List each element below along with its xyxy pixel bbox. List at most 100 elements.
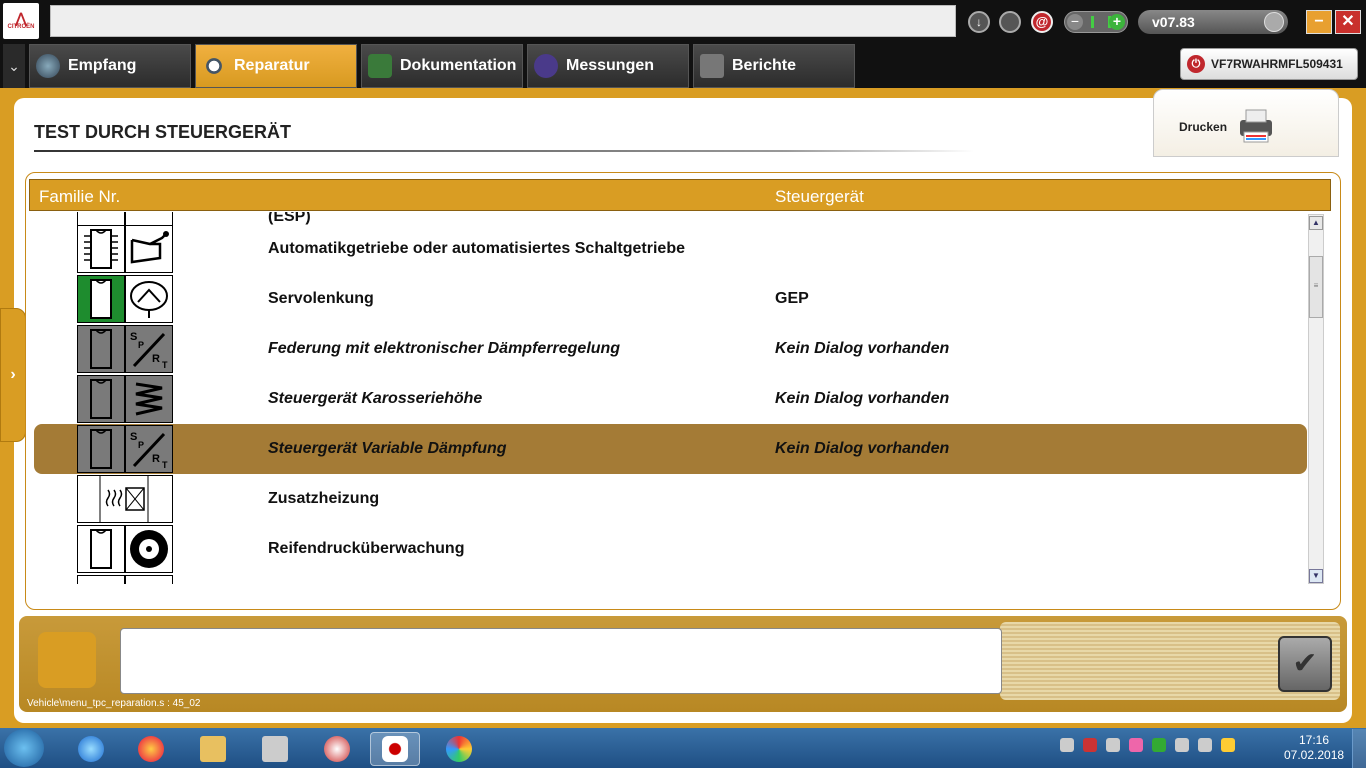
confirm-button[interactable]: ✔	[1278, 636, 1332, 692]
tab-messungen[interactable]: Messungen	[527, 44, 689, 88]
scroll-up-icon[interactable]: ▲	[1309, 216, 1323, 230]
tab-reparatur[interactable]: Reparatur	[195, 44, 357, 88]
row-controller: Kein Dialog vorhanden	[775, 390, 950, 407]
close-button[interactable]: ✕	[1335, 10, 1361, 34]
list-item[interactable]: Automatikgetriebe oder automatisiertes S…	[34, 224, 1307, 274]
paint-icon[interactable]	[434, 732, 484, 766]
list-item[interactable]: Reifendrucküberwachung	[34, 524, 1307, 574]
module-icon	[125, 575, 173, 584]
plus-icon[interactable]: +	[1109, 14, 1125, 30]
column-header-controller[interactable]: Steuergerät	[775, 187, 864, 207]
show-desktop-button[interactable]	[1352, 729, 1366, 768]
list-item-selected[interactable]: SPRT Steuergerät Variable Dämpfung Kein …	[34, 424, 1307, 474]
tab-berichte[interactable]: Berichte	[693, 44, 855, 88]
svg-text:P: P	[138, 340, 144, 350]
vin-label: VF7RWAHRMFL509431	[1211, 57, 1343, 71]
tray-icon[interactable]	[1129, 737, 1143, 752]
scroll-down-icon[interactable]: ▼	[1309, 569, 1323, 583]
file-explorer-icon[interactable]	[188, 732, 238, 766]
chevron-logo-icon: ⋀	[15, 10, 27, 26]
book-icon	[368, 54, 392, 78]
vin-display[interactable]: ⏻ VF7RWAHRMFL509431	[1180, 48, 1358, 80]
svg-text:T: T	[162, 460, 168, 470]
minus-icon[interactable]: −	[1067, 14, 1083, 30]
ecu-icon	[77, 375, 125, 423]
minimize-button[interactable]: −	[1306, 10, 1332, 34]
row-name: Servolenkung	[268, 290, 374, 307]
clock[interactable]: 17:16 07.02.2018	[1284, 733, 1344, 763]
tab-label: Berichte	[732, 57, 797, 74]
magnifier-icon	[202, 54, 226, 78]
volume-icon[interactable]	[1221, 737, 1235, 752]
nav-menu-button[interactable]: ⌄	[3, 44, 25, 88]
steering-icon	[125, 275, 173, 323]
ecu-icon	[77, 275, 125, 323]
download-icon[interactable]: ↓	[968, 11, 990, 33]
grid-header: Familie Nr. Steuergerät	[29, 179, 1331, 211]
address-field[interactable]	[50, 5, 956, 37]
row-controller: GEP	[775, 290, 809, 307]
list-item[interactable]: Zusatzheizung	[34, 474, 1307, 524]
svg-text:P: P	[138, 440, 144, 450]
document-icon	[700, 54, 724, 78]
tab-label: Dokumentation	[400, 57, 517, 74]
diagbox-icon[interactable]	[370, 732, 420, 766]
waveform-icon	[534, 54, 558, 78]
svg-text:S: S	[130, 331, 137, 343]
heater-icon	[77, 475, 173, 523]
list-item[interactable]: SPRT Federung mit elektronischer Dämpfer…	[34, 324, 1307, 374]
list-item[interactable]	[34, 574, 1307, 584]
start-button[interactable]	[4, 729, 44, 767]
status-icon	[38, 632, 96, 688]
controller-list: (ESP) Automatikgetriebe oder automatisie…	[29, 212, 1307, 584]
suspension-icon: SPRT	[125, 325, 173, 373]
svg-text:R: R	[152, 353, 160, 365]
tab-dokumentation[interactable]: Dokumentation	[361, 44, 523, 88]
ecu-icon	[77, 525, 125, 573]
dial-icon[interactable]	[1264, 12, 1284, 32]
list-item[interactable]: Steuergerät Karosseriehöhe Kein Dialog v…	[34, 374, 1307, 424]
citroen-logo: ⋀ CITROËN	[3, 3, 39, 39]
row-name: Zusatzheizung	[268, 490, 380, 507]
row-controller: Kein Dialog vorhanden	[775, 440, 950, 457]
message-box	[120, 628, 1002, 694]
version-display: v07.83	[1138, 10, 1288, 34]
tab-label: Empfang	[68, 57, 137, 74]
security-icon[interactable]	[1083, 737, 1097, 752]
scroll-thumb[interactable]: ≡	[1309, 256, 1323, 318]
damper-icon: SPRT	[125, 425, 173, 473]
battery-bars-icon	[1091, 16, 1111, 28]
internet-explorer-icon[interactable]	[66, 732, 116, 766]
user-icon[interactable]	[999, 11, 1021, 33]
row-controller: Kein Dialog vorhanden	[775, 340, 950, 357]
network-icon[interactable]	[1060, 737, 1074, 752]
network-error-icon[interactable]	[1175, 737, 1189, 752]
tab-label: Reparatur	[234, 57, 310, 74]
row-name: Steuergerät Karosseriehöhe	[268, 390, 483, 407]
checkmark-icon[interactable]	[1152, 737, 1166, 752]
battery-icon[interactable]	[1198, 737, 1212, 752]
print-label[interactable]: Drucken	[1179, 120, 1227, 134]
column-header-family[interactable]: Familie Nr.	[39, 187, 120, 207]
gearbox-icon	[125, 225, 173, 273]
tyre-icon	[125, 525, 173, 573]
battery-indicator[interactable]: − +	[1064, 11, 1128, 33]
svg-text:S: S	[130, 431, 137, 443]
email-icon[interactable]: @	[1031, 11, 1053, 33]
row-name: Automatikgetriebe oder automatisiertes S…	[268, 240, 685, 257]
ecu-icon	[77, 425, 125, 473]
power-icon[interactable]: ⏻	[1187, 55, 1205, 73]
app-tray-icon[interactable]	[1106, 737, 1120, 752]
system-tray[interactable]	[1060, 736, 1280, 760]
spring-icon	[125, 375, 173, 423]
tab-empfang[interactable]: Empfang	[29, 44, 191, 88]
diagnostic-tool-icon[interactable]	[312, 732, 362, 766]
logo-text: CITROËN	[7, 24, 35, 30]
list-item[interactable]: Servolenkung GEP	[34, 274, 1307, 324]
printer-icon[interactable]	[1236, 108, 1276, 144]
title-divider	[34, 150, 974, 152]
firefox-icon[interactable]	[126, 732, 176, 766]
calculator-icon[interactable]	[250, 732, 300, 766]
clock-date: 07.02.2018	[1284, 748, 1345, 762]
side-panel-toggle[interactable]: ›	[0, 308, 26, 442]
